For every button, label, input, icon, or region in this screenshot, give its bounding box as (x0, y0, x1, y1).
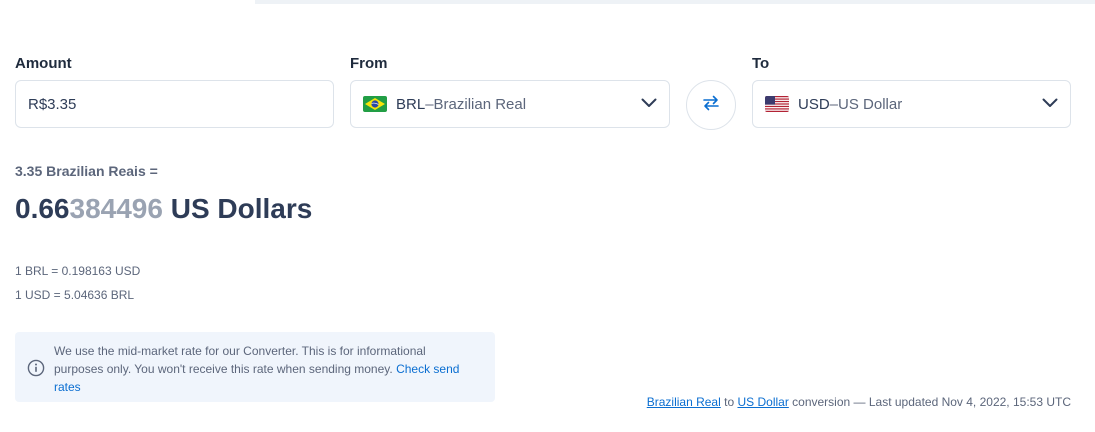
from-label: From (350, 55, 388, 72)
footer-to-word: to (720, 395, 738, 409)
from-currency-select[interactable]: BRL – Brazilian Real (350, 80, 670, 128)
footer-last-updated: conversion — Last updated Nov 4, 2022, 1… (788, 395, 1071, 409)
swap-currencies-button[interactable] (686, 80, 736, 130)
from-currency-name: Brazilian Real (433, 95, 527, 113)
rate-usd-brl: 1 USD = 5.04636 BRL (15, 288, 135, 302)
amount-label: Amount (15, 55, 72, 72)
to-label: To (752, 55, 770, 72)
result-value-faded: 384496 (69, 193, 163, 224)
to-separator: – (829, 95, 839, 113)
amount-input[interactable] (16, 95, 333, 113)
chevron-down-icon (1042, 95, 1058, 113)
from-currency-code: BRL (396, 95, 426, 113)
result-value-strong: 0.66 (15, 193, 70, 224)
conversion-footer: Brazilian Real to US Dollar conversion —… (647, 395, 1071, 409)
brazilian-real-link[interactable]: Brazilian Real (647, 395, 721, 409)
conversion-result: 0.66384496 US Dollars (15, 193, 312, 225)
to-currency-select[interactable]: USD – US Dollar (752, 80, 1071, 128)
us-flag-icon (765, 96, 789, 112)
info-icon (27, 359, 45, 382)
conversion-source-amount: 3.35 Brazilian Reais = (15, 163, 158, 179)
top-strip (255, 0, 1095, 4)
mid-market-info-box: We use the mid-market rate for our Conve… (15, 332, 495, 402)
amount-field[interactable] (15, 80, 334, 128)
rate-brl-usd: 1 BRL = 0.198163 USD (15, 264, 141, 278)
to-currency-name: US Dollar (838, 95, 903, 113)
swap-icon (702, 95, 720, 116)
brazil-flag-icon (363, 96, 387, 112)
chevron-down-icon (641, 95, 657, 113)
to-currency-code: USD (798, 95, 830, 113)
result-unit: US Dollars (162, 193, 313, 224)
from-separator: – (425, 95, 434, 113)
us-dollar-link[interactable]: US Dollar (737, 395, 788, 409)
info-text: We use the mid-market rate for our Conve… (54, 344, 426, 376)
